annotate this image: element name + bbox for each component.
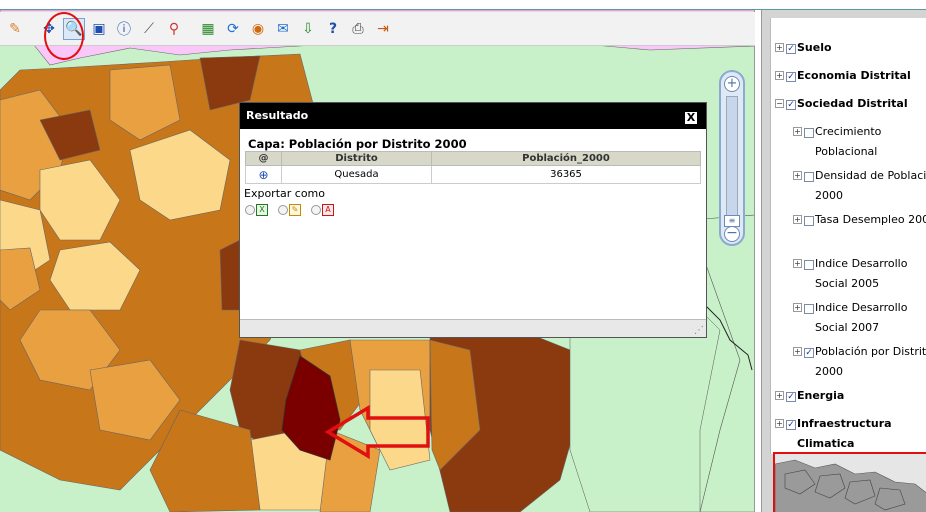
marker-icon[interactable]: ⚲ [163, 18, 185, 40]
layer-checkbox[interactable] [804, 216, 814, 226]
collapse-icon[interactable]: − [775, 99, 784, 108]
measure-icon[interactable]: ⟋ [138, 18, 160, 40]
expand-icon[interactable]: + [775, 419, 784, 428]
pdf-icon: A [322, 204, 334, 216]
pan-icon[interactable]: ✥ [38, 18, 60, 40]
tree-node-tasa-desempleo-2000[interactable]: + Tasa Desempleo 2000 [793, 213, 926, 230]
zoom-slider[interactable]: + ≡ − [719, 70, 745, 246]
result-dialog: Resultado X Capa: Población por Distrito… [239, 102, 707, 338]
layer-checkbox[interactable] [804, 172, 814, 182]
tree-label: Indice Desarrollo Social 2005 [815, 257, 908, 290]
tree-label: Indice Desarrollo Social 2007 [815, 301, 908, 334]
print-icon[interactable]: ⎙ [347, 18, 369, 40]
tree-label: Crecimiento Poblacional [815, 125, 882, 158]
tree-node-infraestructura-climatica[interactable]: + ✓ Infraestructura Climatica [775, 417, 925, 454]
layer-sidebar: + ✓ Suelo + ✓ Economia Distrital − ✓ Soc… [761, 10, 926, 512]
top-border [0, 0, 926, 10]
text-icon: ✎ [289, 204, 301, 216]
result-table: @ Distrito Población_2000 ⊕ Quesada 3636… [245, 151, 701, 184]
refresh-icon[interactable]: ⟳ [222, 18, 244, 40]
expand-icon[interactable]: + [793, 303, 802, 312]
map-toolbar: ✎ ✥ 🔍 ▣ ⓘ ⟋ ⚲ ▦ ⟳ ◉ ✉ ⇩ ? ⎙ ⇥ [0, 12, 755, 46]
layer-checkbox[interactable] [804, 260, 814, 270]
tree-node-indice-desarrollo-social-2005[interactable]: + Indice Desarrollo Social 2005 [793, 257, 926, 294]
layer-checkbox[interactable]: ✓ [786, 392, 796, 402]
tree-label: Población por Distrito 2000 [815, 345, 926, 378]
print-preview-icon[interactable]: ◉ [247, 18, 269, 40]
layer-checkbox[interactable]: ✓ [786, 72, 796, 82]
tree-node-crecimiento-poblacional[interactable]: + Crecimiento Poblacional [793, 125, 926, 162]
layer-checkbox[interactable]: ✓ [786, 100, 796, 110]
layer-checkbox[interactable] [804, 128, 814, 138]
layers-icon[interactable]: ▦ [197, 18, 219, 40]
tree-label: Densidad de Población 2000 [815, 169, 926, 202]
export-options: X ✎ A [240, 200, 706, 216]
layer-checkbox[interactable] [804, 304, 814, 314]
expand-icon[interactable]: + [775, 43, 784, 52]
export-excel-option[interactable]: X [245, 204, 268, 216]
help-icon[interactable]: ? [322, 18, 344, 40]
email-icon[interactable]: ✉ [272, 18, 294, 40]
excel-icon: X [256, 204, 268, 216]
layer-checkbox[interactable]: ✓ [786, 420, 796, 430]
tree-label: Infraestructura Climatica [797, 417, 892, 450]
column-header-distrito: Distrito [281, 151, 432, 166]
dialog-header: Resultado X [240, 103, 706, 129]
dialog-footer: ⋰ [240, 319, 706, 337]
export-excel-radio[interactable] [245, 205, 255, 215]
resize-grip-icon[interactable]: ⋰ [694, 325, 704, 336]
expand-icon[interactable]: + [793, 215, 802, 224]
tree-node-densidad-poblacion-2000[interactable]: + Densidad de Población 2000 [793, 169, 926, 206]
dialog-title: Resultado [246, 109, 309, 122]
identify-icon[interactable]: ✎ [4, 18, 26, 40]
zoom-in-icon[interactable]: + [724, 76, 740, 92]
expand-icon[interactable]: + [793, 171, 802, 180]
export-text-radio[interactable] [278, 205, 288, 215]
download-icon[interactable]: ⇩ [297, 18, 319, 40]
tree-label: Suelo [797, 41, 832, 54]
query-icon[interactable]: 🔍 [63, 17, 85, 40]
export-pdf-radio[interactable] [311, 205, 321, 215]
tree-label: Economia Distrital [797, 69, 911, 82]
expand-icon[interactable]: + [775, 71, 784, 80]
info-icon[interactable]: ⓘ [113, 18, 135, 40]
tree-node-poblacion-por-distrito-2000[interactable]: + ✓ Población por Distrito 2000 [793, 345, 926, 382]
expand-icon[interactable]: + [793, 347, 802, 356]
exit-icon[interactable]: ⇥ [372, 18, 394, 40]
close-icon[interactable]: X [684, 111, 698, 125]
tree-label: Tasa Desempleo 2000 [815, 213, 926, 226]
tree-node-energia[interactable]: + ✓ Energia [775, 389, 844, 406]
expand-icon[interactable]: + [793, 127, 802, 136]
zoom-out-icon[interactable]: − [724, 226, 740, 242]
export-text-option[interactable]: ✎ [278, 204, 301, 216]
layer-tree[interactable]: + ✓ Suelo + ✓ Economia Distrital − ✓ Soc… [770, 18, 926, 454]
column-header-poblacion: Población_2000 [431, 151, 701, 166]
layer-title: Capa: Población por Distrito 2000 [248, 137, 467, 151]
cell-distrito: Quesada [281, 165, 432, 184]
layer-checkbox[interactable]: ✓ [786, 44, 796, 54]
export-label: Exportar como [244, 187, 325, 200]
tree-node-suelo[interactable]: + ✓ Suelo [775, 41, 832, 58]
overview-map[interactable] [773, 452, 926, 512]
tree-label: Energia [797, 389, 845, 402]
overview-map-graphic [775, 459, 926, 512]
table-header-row: @ Distrito Población_2000 [245, 151, 701, 166]
select-box-icon[interactable]: ▣ [88, 18, 110, 40]
column-header-zoom: @ [245, 151, 282, 166]
table-row: ⊕ Quesada 36365 [245, 165, 701, 184]
district-center-dark [219, 239, 241, 311]
zoom-to-icon[interactable]: ⊕ [245, 165, 282, 184]
layer-checkbox[interactable]: ✓ [804, 348, 814, 358]
tree-node-indice-desarrollo-social-2007[interactable]: + Indice Desarrollo Social 2007 [793, 301, 926, 338]
tree-label: Sociedad Distrital [797, 97, 908, 110]
expand-icon[interactable]: + [775, 391, 784, 400]
zoom-track[interactable] [726, 96, 738, 216]
tree-node-sociedad-distrital[interactable]: − ✓ Sociedad Distrital [775, 97, 908, 114]
expand-icon[interactable]: + [793, 259, 802, 268]
tree-node-economia-distrital[interactable]: + ✓ Economia Distrital [775, 69, 911, 86]
cell-poblacion: 36365 [431, 165, 701, 184]
export-pdf-option[interactable]: A [311, 204, 334, 216]
